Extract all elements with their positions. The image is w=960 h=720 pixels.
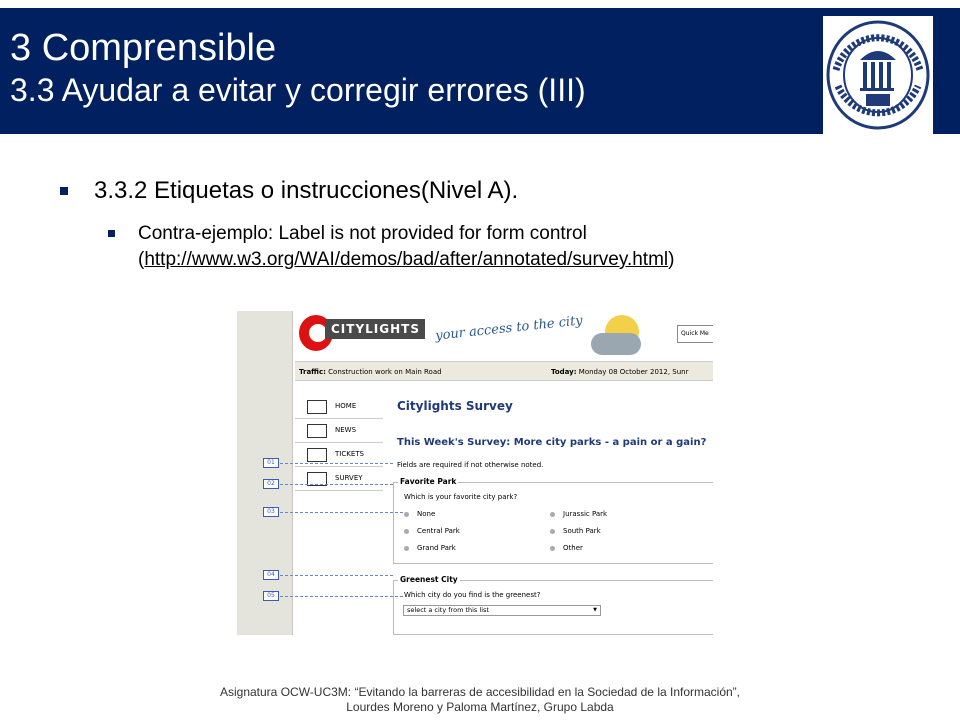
fieldset-favorite-park: Favorite Park Which is your favorite cit… — [393, 477, 713, 564]
radio-jurassic-park[interactable]: Jurassic Park — [550, 510, 607, 518]
radio-label: None — [417, 510, 436, 518]
slide-header: 3 Comprensible 3.3 Ayudar a evitar y cor… — [0, 8, 960, 134]
fieldset-legend: Favorite Park — [398, 477, 459, 486]
radio-icon — [404, 545, 409, 551]
slide-title: 3 Comprensible — [10, 27, 277, 69]
site-brand: CITYLIGHTS — [325, 319, 425, 339]
radio-label: Central Park — [417, 527, 460, 535]
radio-label: Other — [563, 544, 583, 552]
today-text: Monday 08 October 2012, Sunr — [578, 368, 689, 376]
quick-menu-button[interactable]: Quick Me — [677, 325, 713, 343]
fieldset-question: Which is your favorite city park? — [404, 493, 518, 501]
traffic-label: Traffic: — [299, 368, 326, 376]
bullet-text: Contra-ejemplo: Label is not provided fo… — [138, 223, 587, 244]
bullet-link-line: (http://www.w3.org/WAI/demos/bad/after/a… — [138, 248, 674, 272]
nav-item-news[interactable]: NEWS — [295, 419, 383, 443]
nav-label: SURVEY — [335, 474, 363, 482]
traffic-info: Traffic: Construction work on Main Road — [299, 362, 442, 382]
nav-item-home[interactable]: HOME — [295, 395, 383, 419]
footer-course: Asignatura OCW-UC3M: “Evitando la barrer… — [219, 685, 741, 699]
paren-close: ) — [668, 249, 675, 270]
university-seal — [823, 16, 933, 134]
radio-label: South Park — [563, 527, 601, 535]
radio-none[interactable]: None — [404, 510, 435, 518]
nav-label: TICKETS — [335, 450, 364, 458]
annotation-margin — [237, 311, 293, 635]
traffic-text: Construction work on Main Road — [328, 368, 442, 376]
radio-icon — [404, 511, 409, 517]
site-nav: HOME NEWS TICKETS SURVEY — [295, 395, 383, 491]
seal-icon — [826, 20, 930, 130]
fieldset-legend: Greenest City — [398, 575, 460, 584]
survey-link[interactable]: http://www.w3.org/WAI/demos/bad/after/an… — [144, 249, 668, 270]
embedded-screenshot: CITYLIGHTS your access to the city Quick… — [237, 311, 713, 635]
annotation-marker: 02 — [263, 479, 279, 489]
annotation-marker: 04 — [263, 570, 279, 580]
radio-icon — [404, 528, 409, 534]
radio-icon — [550, 545, 555, 551]
city-select[interactable]: select a city from this list ▼ — [403, 605, 601, 616]
slide-subtitle: 3.3 Ayudar a evitar y corregir errores (… — [10, 72, 586, 108]
radio-label: Jurassic Park — [563, 510, 608, 518]
nav-label: NEWS — [335, 426, 357, 434]
footer-authors: Lourdes Moreno y Paloma Martínez, Grupo … — [346, 700, 614, 714]
annotation-line — [280, 484, 393, 485]
annotation-marker: 01 — [263, 458, 279, 468]
radio-south-park[interactable]: South Park — [550, 527, 601, 535]
building-icon — [307, 400, 327, 414]
cloud-icon — [591, 333, 641, 355]
select-value: select a city from this list — [407, 606, 489, 614]
nav-item-survey[interactable]: SURVEY — [295, 467, 383, 491]
today-info: Today: Monday 08 October 2012, Sunr — [551, 362, 688, 382]
annotation-line — [280, 596, 403, 597]
radio-central-park[interactable]: Central Park — [404, 527, 460, 535]
today-label: Today: — [551, 368, 577, 376]
annotation-marker: 05 — [263, 591, 279, 601]
ticket-icon — [307, 448, 327, 462]
radio-icon — [550, 511, 555, 517]
site-slogan: your access to the city — [434, 313, 584, 344]
radio-label: Grand Park — [417, 544, 456, 552]
radio-icon — [550, 528, 555, 534]
info-bar: Traffic: Construction work on Main Road … — [295, 361, 713, 381]
bullet-text: 3.3.2 Etiquetas o instrucciones(Nivel A)… — [94, 177, 519, 204]
fieldset-question: Which city do you find is the greenest? — [404, 591, 541, 599]
bullet-square-icon — [60, 187, 68, 195]
newspaper-icon — [307, 424, 327, 438]
survey-title: Citylights Survey — [397, 399, 513, 413]
bullet-square-icon — [108, 230, 115, 237]
site-header: CITYLIGHTS your access to the city Quick… — [295, 311, 713, 361]
annotation-line — [280, 463, 393, 464]
survey-question: This Week's Survey: More city parks - a … — [397, 437, 707, 448]
annotation-line — [280, 512, 403, 513]
radio-grand-park[interactable]: Grand Park — [404, 544, 456, 552]
annotation-marker: 03 — [263, 507, 279, 517]
dropdown-arrow-icon: ▼ — [593, 607, 597, 613]
annotation-line — [280, 575, 393, 576]
nav-label: HOME — [335, 402, 357, 410]
required-note: Fields are required if not otherwise not… — [397, 461, 544, 469]
radio-other[interactable]: Other — [550, 544, 583, 552]
